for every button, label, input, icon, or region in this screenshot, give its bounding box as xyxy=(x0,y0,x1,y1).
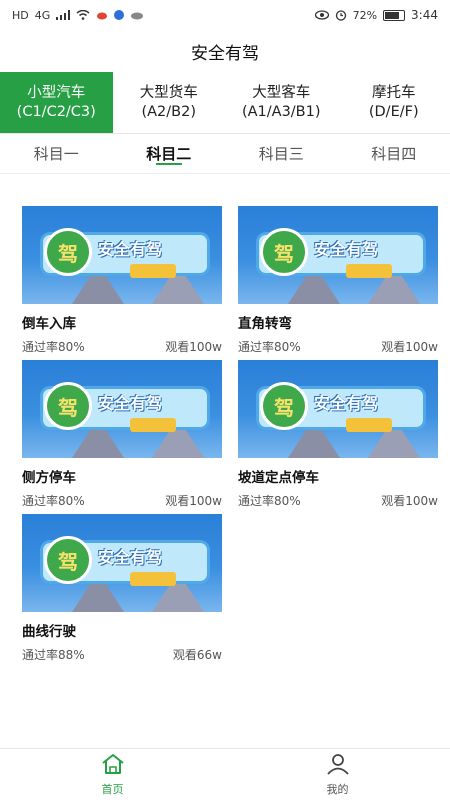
tab-subject-3[interactable]: 科目三 xyxy=(225,134,338,173)
status-left: HD 4G xyxy=(12,9,144,22)
video-thumbnail[interactable]: 驾 安全有驾 xyxy=(22,206,222,304)
thumbnail-tag xyxy=(130,264,176,278)
subject-tabs: 科目一 科目二 科目三 科目四 xyxy=(0,134,450,174)
thumbnail-brand: 安全有驾 xyxy=(98,240,163,259)
clock: 3:44 xyxy=(411,8,438,22)
video-title: 坡道定点停车 xyxy=(238,470,319,486)
network-indicator: 4G xyxy=(34,8,51,22)
tab-sublabel: (C1/C2/C3) xyxy=(16,103,96,120)
video-meta: 通过率80% 观看100w xyxy=(238,492,438,509)
video-thumbnail[interactable]: 驾 安全有驾 xyxy=(238,206,438,304)
signal-icon xyxy=(56,10,71,20)
status-right: 72% 3:44 xyxy=(314,8,438,22)
nav-home[interactable]: 首页 xyxy=(0,749,225,800)
video-title: 倒车入库 xyxy=(22,316,76,332)
pass-rate: 通过率80% xyxy=(238,340,301,354)
logo-badge: 驾 xyxy=(44,228,92,276)
tab-sublabel: (A2/B2) xyxy=(141,103,197,120)
video-thumbnail[interactable]: 驾 安全有驾 xyxy=(238,360,438,458)
alarm-icon xyxy=(335,9,347,21)
tab-label: 大型货车 xyxy=(139,84,198,101)
thumbnail-brand: 安全有驾 xyxy=(314,240,379,259)
thumbnail-tag xyxy=(130,572,176,586)
thumbnail-brand: 安全有驾 xyxy=(98,394,163,413)
video-grid: 驾 安全有驾 倒车入库 通过率80% 观看100w 驾 安全有驾 直角转弯 通过… xyxy=(22,206,438,663)
weibo-icon xyxy=(96,10,108,20)
tab-label: 小型汽车 xyxy=(27,84,86,101)
home-icon xyxy=(100,753,126,779)
nav-profile[interactable]: 我的 xyxy=(225,749,450,800)
video-card[interactable]: 驾 安全有驾 倒车入库 通过率80% 观看100w xyxy=(22,206,222,355)
video-meta: 通过率80% 观看100w xyxy=(238,338,438,355)
music-icon xyxy=(114,10,125,20)
tab-subject-2[interactable]: 科目二 xyxy=(113,134,226,173)
video-meta: 通过率80% 观看100w xyxy=(22,492,222,509)
view-count: 观看100w xyxy=(165,494,222,508)
view-count: 观看100w xyxy=(381,494,438,508)
logo-badge: 驾 xyxy=(260,382,308,430)
tab-sublabel: (A1/A3/B1) xyxy=(241,103,321,120)
logo-badge: 驾 xyxy=(44,536,92,584)
bottom-nav: 首页 我的 xyxy=(0,748,450,800)
battery-icon xyxy=(383,9,406,21)
cloud-icon xyxy=(130,10,144,20)
status-bar: HD 4G 72% 3:44 xyxy=(0,0,450,30)
video-card[interactable]: 驾 安全有驾 侧方停车 通过率80% 观看100w xyxy=(22,360,222,509)
tab-small-car[interactable]: 小型汽车 (C1/C2/C3) xyxy=(0,72,113,133)
video-card[interactable]: 驾 安全有驾 坡道定点停车 通过率80% 观看100w xyxy=(238,360,438,509)
view-count: 观看100w xyxy=(381,340,438,354)
nav-home-label: 首页 xyxy=(101,782,124,796)
video-meta: 通过率88% 观看66w xyxy=(22,646,222,663)
video-card[interactable]: 驾 安全有驾 曲线行驶 通过率88% 观看66w xyxy=(22,514,222,663)
thumbnail-tag xyxy=(346,418,392,432)
tab-subject-4[interactable]: 科目四 xyxy=(338,134,450,173)
pass-rate: 通过率80% xyxy=(238,494,301,508)
eye-icon xyxy=(314,10,329,20)
view-count: 观看100w xyxy=(165,340,222,354)
pass-rate: 通过率80% xyxy=(22,340,85,354)
tab-subject-1[interactable]: 科目一 xyxy=(0,134,113,173)
vehicle-type-tabs: 小型汽车 (C1/C2/C3) 大型货车 (A2/B2) 大型客车 (A1/A3… xyxy=(0,72,450,134)
thumbnail-brand: 安全有驾 xyxy=(314,394,379,413)
nav-profile-label: 我的 xyxy=(326,782,349,796)
tab-large-truck[interactable]: 大型货车 (A2/B2) xyxy=(112,72,225,133)
thumbnail-tag xyxy=(130,418,176,432)
wifi-icon xyxy=(76,10,90,20)
video-title: 曲线行驶 xyxy=(22,624,76,640)
hd-indicator: HD xyxy=(12,8,29,22)
video-title: 直角转弯 xyxy=(238,316,292,332)
pass-rate: 通过率88% xyxy=(22,648,85,662)
pass-rate: 通过率80% xyxy=(22,494,85,508)
battery-percent: 72% xyxy=(352,8,378,22)
video-thumbnail[interactable]: 驾 安全有驾 xyxy=(22,360,222,458)
video-card[interactable]: 驾 安全有驾 直角转弯 通过率80% 观看100w xyxy=(238,206,438,355)
video-title: 侧方停车 xyxy=(22,470,76,486)
user-icon xyxy=(325,753,351,779)
logo-badge: 驾 xyxy=(260,228,308,276)
logo-badge: 驾 xyxy=(44,382,92,430)
video-meta: 通过率80% 观看100w xyxy=(22,338,222,355)
tab-sublabel: (D/E/F) xyxy=(368,103,419,120)
thumbnail-brand: 安全有驾 xyxy=(98,548,163,567)
page-title: 安全有驾 xyxy=(191,43,259,64)
video-thumbnail[interactable]: 驾 安全有驾 xyxy=(22,514,222,612)
tab-label: 摩托车 xyxy=(372,84,416,101)
view-count: 观看66w xyxy=(172,648,222,662)
tab-motorcycle[interactable]: 摩托车 (D/E/F) xyxy=(337,72,450,133)
tab-large-bus[interactable]: 大型客车 (A1/A3/B1) xyxy=(225,72,338,133)
thumbnail-tag xyxy=(346,264,392,278)
tab-label: 大型客车 xyxy=(252,84,311,101)
